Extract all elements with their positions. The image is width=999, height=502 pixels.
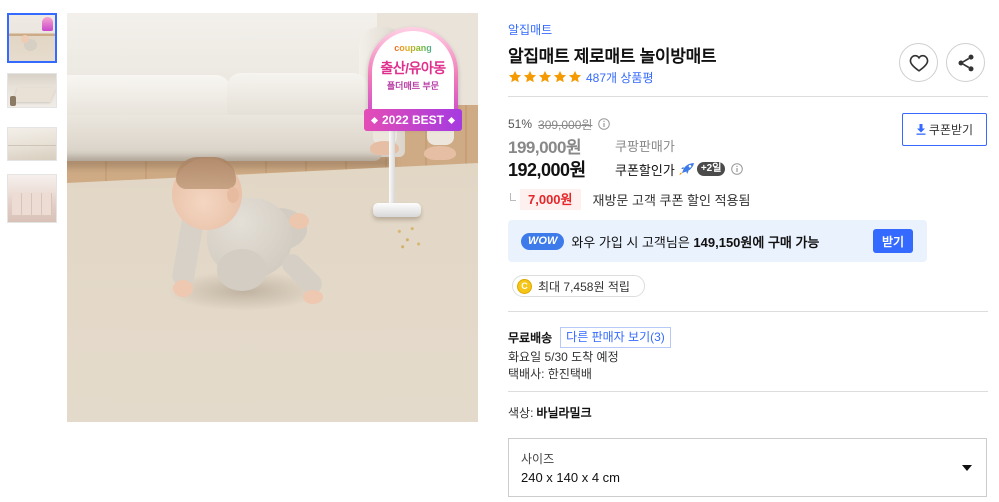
thumbnail-image xyxy=(9,15,55,61)
divider xyxy=(508,311,988,312)
sale-price-row: 199,000원 쿠팡판매가 xyxy=(508,134,675,157)
thumbnail-2[interactable] xyxy=(7,73,57,108)
thumbnail-baby-head xyxy=(21,35,29,43)
color-label: 색상: xyxy=(508,406,534,420)
review-count-link[interactable]: 487개 상품평 xyxy=(586,69,654,86)
arrival-date: 화요일 5/30 도착 예정 xyxy=(508,350,619,364)
other-sellers-button[interactable]: 다른 판매자 보기(3) xyxy=(560,326,671,348)
info-icon[interactable] xyxy=(731,163,744,175)
wow-text: 와우 가입 시 고객님은 149,150원에 구매 가능 xyxy=(571,232,819,251)
brand-link[interactable]: 알집매트 xyxy=(508,22,552,38)
badge-ribbon: 2022 BEST xyxy=(364,109,462,131)
tree-corner xyxy=(510,192,516,201)
badge-award: 2022 BEST xyxy=(381,113,445,127)
size-label: 사이즈 xyxy=(521,452,555,466)
star-icon xyxy=(523,70,537,83)
divider xyxy=(508,391,988,392)
reward-text: 최대 7,458원 적립 xyxy=(538,279,630,294)
rating-stars xyxy=(508,70,582,84)
product-title: 알집매트 제로매트 놀이방매트 xyxy=(508,47,717,66)
favorite-button[interactable] xyxy=(899,43,938,82)
revisit-coupon-amount: 7,000원 xyxy=(520,188,581,210)
dust-particles xyxy=(393,223,425,251)
coupon-download-button[interactable]: 쿠폰받기 xyxy=(902,113,987,146)
revisit-coupon-text: 재방문 고객 쿠폰 할인 적용됨 xyxy=(592,192,751,208)
color-value: 바닐라밀크 xyxy=(536,406,592,420)
original-price: 309,000원 xyxy=(538,117,593,132)
thumbnail-mat-seam xyxy=(8,145,56,146)
baby-ear xyxy=(227,187,239,203)
thumbnail-1[interactable] xyxy=(7,13,57,63)
reward-pill: C 최대 7,458원 적립 xyxy=(512,275,645,297)
sale-price: 199,000원 xyxy=(508,137,582,157)
crawling-baby xyxy=(167,153,327,323)
revisit-coupon-row: 7,000원 재방문 고객 쿠폰 할인 적용됨 xyxy=(508,188,750,210)
thumbnail-mat-folds xyxy=(12,193,52,215)
thumbnail-object xyxy=(10,96,16,106)
download-icon xyxy=(916,124,926,135)
star-icon xyxy=(553,70,567,83)
shipping-row: 무료배송 다른 판매자 보기(3) xyxy=(508,326,671,348)
vacuum-head xyxy=(373,203,421,217)
badge-category: 출산/유아동 xyxy=(380,60,446,76)
coupon-button-label: 쿠폰받기 xyxy=(928,123,974,137)
size-select[interactable]: 사이즈 240 x 140 x 4 cm xyxy=(508,438,987,497)
badge-section: 폴더매트 부문 xyxy=(386,81,440,91)
thumbnail-4[interactable] xyxy=(7,174,57,223)
thumbnail-badge xyxy=(42,17,53,31)
thumbnail-image xyxy=(8,74,56,107)
coupon-price-label: 쿠폰할인가 xyxy=(615,162,675,178)
rocket-icon xyxy=(679,162,695,176)
wow-membership-box: WOW 와우 가입 시 고객님은 149,150원에 구매 가능 받기 xyxy=(508,220,927,262)
heart-icon xyxy=(909,54,928,72)
divider xyxy=(508,96,988,97)
thumbnail-image xyxy=(8,175,56,222)
star-icon xyxy=(508,70,522,83)
discount-row: 51% 309,000원 xyxy=(508,116,611,132)
size-value: 240 x 140 x 4 cm xyxy=(521,470,620,485)
info-icon[interactable] xyxy=(598,118,611,130)
thumbnail-3[interactable] xyxy=(7,127,57,161)
baby-foot xyxy=(289,213,309,229)
delivery-badge: +2일 xyxy=(696,162,726,176)
main-product-image[interactable]: coupang 출산/유아동 폴더매트 부문 2022 BEST xyxy=(67,13,478,422)
discount-rate: 51% xyxy=(508,117,533,131)
sparkle-icon xyxy=(447,116,456,124)
baby-hand xyxy=(173,280,193,297)
coupon-price-row: 192,000원 쿠폰할인가 +2일 xyxy=(508,157,744,181)
baby-hand xyxy=(303,290,323,304)
award-badge: coupang 출산/유아동 폴더매트 부문 2022 BEST xyxy=(364,27,462,135)
star-icon xyxy=(568,70,582,83)
wow-price-highlight: 149,150원에 구매 가능 xyxy=(693,234,820,250)
share-button[interactable] xyxy=(946,43,985,82)
wow-text-prefix: 와우 가입 시 고객님은 xyxy=(571,234,694,250)
coin-icon: C xyxy=(517,278,532,294)
shipping-type: 무료배송 xyxy=(508,330,553,345)
carrier-info: 택배사: 한진택배 xyxy=(508,367,592,381)
wow-badge: WOW xyxy=(521,232,565,250)
coupon-price: 192,000원 xyxy=(508,160,586,180)
thumbnail-image xyxy=(8,128,56,160)
share-icon xyxy=(958,54,973,71)
chevron-down-icon xyxy=(962,465,972,471)
baby-hair xyxy=(176,157,236,189)
person-foot xyxy=(424,146,456,160)
sparkle-icon xyxy=(370,116,379,124)
badge-logo: coupang xyxy=(372,43,454,54)
rating-row: 487개 상품평 xyxy=(508,69,654,85)
thumbnail-mat xyxy=(12,88,56,102)
wow-receive-button[interactable]: 받기 xyxy=(873,229,913,253)
star-icon xyxy=(538,70,552,83)
color-option: 색상: 바닐라밀크 xyxy=(508,405,592,421)
sale-price-label: 쿠팡판매가 xyxy=(615,138,675,154)
baby-knee xyxy=(217,249,267,291)
